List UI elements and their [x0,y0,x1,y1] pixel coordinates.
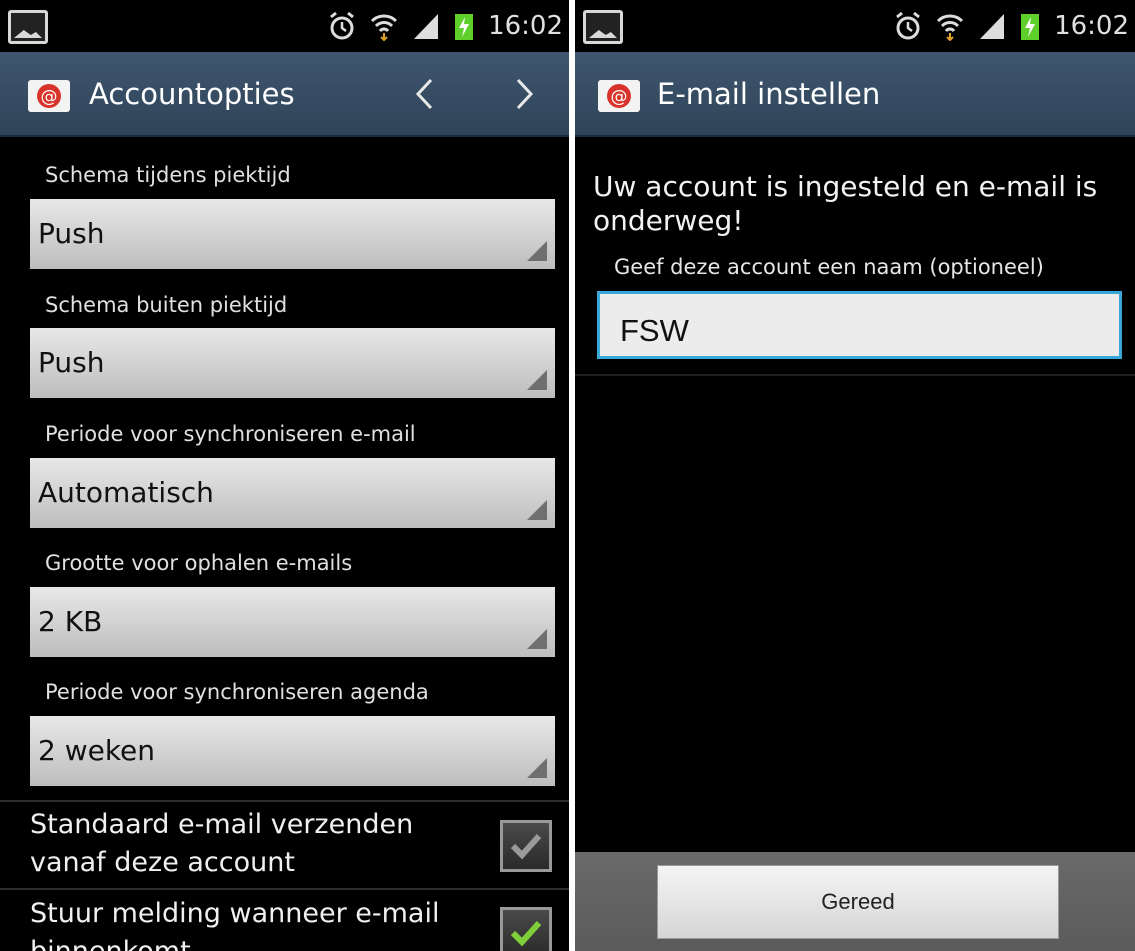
new-mail-notification-checkbox[interactable] [500,907,552,951]
alarm-icon [896,11,920,40]
dropdown-arrow-icon [527,500,547,520]
default-account-checkbox[interactable] [500,820,552,872]
email-app-icon: @ [598,80,640,112]
email-sync-period-value: Automatisch [38,476,214,509]
dropdown-arrow-icon [527,629,547,649]
battery-charging-icon [1021,14,1040,40]
title-bar: @ Accountopties [0,52,569,137]
account-name-label: Geef deze account een naam (optioneel) [614,255,1044,279]
default-account-label: Standaard e-mail verzenden vanaf deze ac… [30,809,414,878]
setup-complete-message: Uw account is ingesteld en e-mail is ond… [593,170,1098,237]
previous-button[interactable] [405,70,445,118]
title-bar: @ E-mail instellen [575,52,1135,137]
calendar-sync-period-value: 2 weken [38,734,156,767]
status-time: 16:02 [488,11,563,41]
calendar-sync-period-dropdown[interactable]: 2 weken [30,716,555,786]
alarm-icon [330,11,354,40]
done-button[interactable]: Gereed [657,865,1059,939]
screen-title: E-mail instellen [657,77,881,111]
button-bar: Gereed [575,852,1135,951]
divider [575,374,1135,376]
offpeak-schedule-dropdown[interactable]: Push [30,328,555,398]
next-button[interactable] [504,70,544,118]
chevron-left-icon [415,78,433,110]
offpeak-schedule-label: Schema buiten piektijd [45,293,288,317]
retrieval-size-value: 2 KB [38,605,103,638]
status-time: 16:02 [1054,11,1129,41]
peak-schedule-value: Push [38,217,105,250]
gallery-icon [583,10,623,44]
checkmark-icon [510,920,542,947]
email-app-icon: @ [28,80,70,112]
chevron-right-icon [516,78,534,110]
calendar-sync-period-label: Periode voor synchroniseren agenda [45,680,429,704]
retrieval-size-label: Grootte voor ophalen e-mails [45,551,353,575]
new-mail-notification-label: Stuur melding wanneer e-mail binnenkomt [30,898,440,951]
checkmark-icon [510,833,542,860]
dropdown-arrow-icon [527,758,547,778]
email-sync-period-dropdown[interactable]: Automatisch [30,458,555,528]
offpeak-schedule-value: Push [38,346,105,379]
signal-icon [980,14,1005,39]
peak-schedule-label: Schema tijdens piektijd [45,163,291,187]
wifi-icon [371,14,398,41]
email-sync-period-label: Periode voor synchroniseren e-mail [45,422,416,446]
account-name-input[interactable] [597,291,1122,359]
signal-icon [414,14,439,39]
divider [0,800,569,802]
divider [0,888,569,890]
gallery-icon [8,10,48,44]
battery-charging-icon [455,14,474,40]
account-options-screen: 16:02 @ Accountopties Schema tijdens pie… [0,0,569,951]
dropdown-arrow-icon [527,370,547,390]
screen-title: Accountopties [89,77,295,111]
status-bar: 16:02 [575,0,1135,52]
svg-text:@: @ [41,87,58,107]
peak-schedule-dropdown[interactable]: Push [30,199,555,269]
status-bar: 16:02 [0,0,569,52]
svg-text:@: @ [611,87,628,107]
dropdown-arrow-icon [527,241,547,261]
wifi-icon [937,14,964,41]
email-setup-screen: 16:02 @ E-mail instellen Uw account is i… [575,0,1135,951]
retrieval-size-dropdown[interactable]: 2 KB [30,587,555,657]
